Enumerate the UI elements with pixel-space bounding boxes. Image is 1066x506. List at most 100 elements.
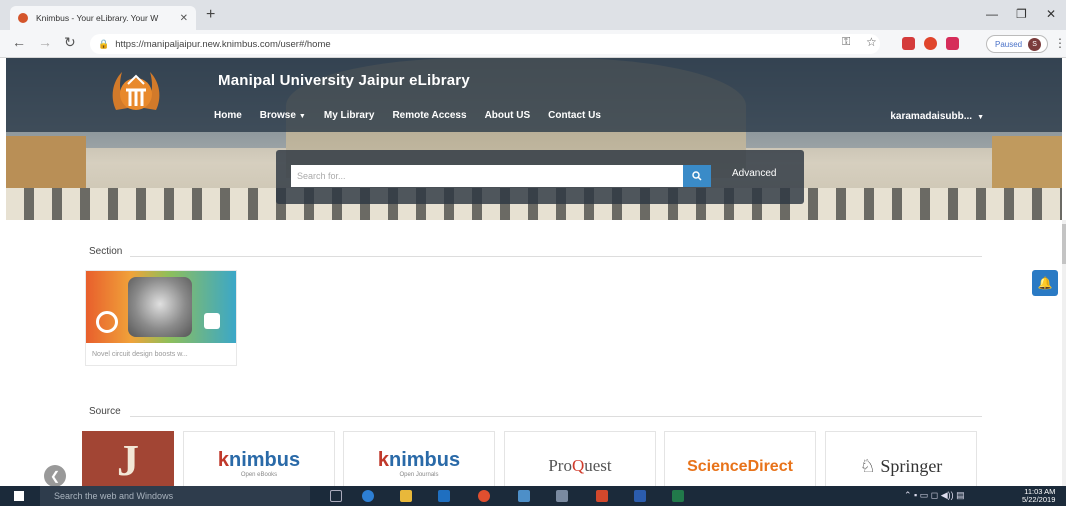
knimbus-sub: Open eBooks [240, 472, 278, 478]
proquest-q: Q [571, 456, 585, 475]
forward-icon[interactable]: → [38, 34, 52, 50]
page-scrollbar[interactable] [1062, 220, 1066, 486]
chip-icon [204, 313, 220, 329]
advanced-search-link[interactable]: Advanced [732, 168, 776, 179]
tab-title: Knimbus - Your eLibrary. Your W [36, 13, 159, 23]
notification-bell-button[interactable]: 🔔 [1032, 270, 1058, 296]
powerpoint-icon[interactable] [596, 490, 608, 502]
carousel-prev-button[interactable]: ❮ [44, 465, 66, 487]
windows-taskbar: Search the web and Windows ⌃ ▪ ▭ ◻ ◀)) ▤… [0, 486, 1066, 506]
springer-horse-icon: ♘ [859, 456, 876, 476]
taskbar-search[interactable]: Search the web and Windows [40, 486, 310, 506]
search-panel: Advanced [276, 150, 804, 204]
outlook-icon[interactable] [438, 490, 450, 502]
springer-label: Springer [880, 456, 943, 476]
proquest-pre: Pro [548, 456, 572, 475]
chevron-down-icon: ▼ [977, 114, 984, 121]
menu-browse[interactable]: Browse ▼ [260, 110, 306, 121]
more-menu-icon[interactable]: ⋮ [1054, 36, 1066, 50]
file-explorer-icon[interactable] [400, 490, 412, 502]
menu-home[interactable]: Home [214, 110, 242, 121]
close-window-icon[interactable]: ✕ [1046, 7, 1056, 21]
site-navbar: Manipal University Jaipur eLibrary Home … [6, 58, 1062, 132]
minimize-icon[interactable]: — [986, 7, 998, 21]
excel-icon[interactable] [672, 490, 684, 502]
scrollbar-thumb[interactable] [1062, 224, 1066, 264]
reload-icon[interactable]: ↻ [64, 34, 76, 51]
source-knimbus-journals[interactable]: knimbus Open Journals [343, 431, 495, 487]
chevron-left-icon: ❮ [49, 469, 61, 483]
proquest-logo: ProQuest [548, 456, 611, 476]
springer-logo: ♘ Springer [860, 456, 943, 477]
menu-about-us[interactable]: About US [485, 110, 531, 121]
university-logo[interactable] [102, 62, 170, 126]
new-tab-icon[interactable]: + [206, 6, 215, 24]
knimbus-logo-text: nimbus [389, 449, 461, 471]
section-heading: Section [89, 246, 123, 257]
edge-icon[interactable] [362, 490, 374, 502]
close-tab-icon[interactable]: ✕ [180, 13, 188, 24]
search-input[interactable] [291, 165, 683, 187]
knimbus-logo: knimbus Open Journals [378, 450, 460, 478]
profile-button[interactable]: Paused S [986, 35, 1048, 53]
site-title: Manipal University Jaipur eLibrary [218, 72, 470, 89]
knimbus-logo-text: nimbus [229, 449, 301, 471]
knimbus-logo: knimbus Open eBooks [218, 450, 300, 478]
source-proquest[interactable]: ProQuest [504, 431, 656, 487]
taskbar-clock[interactable]: 11:03 AM 5/22/2019 [1022, 488, 1055, 504]
sciencedirect-logo: ScienceDirect [687, 458, 793, 475]
hero-banner: Manipal University Jaipur eLibrary Home … [6, 58, 1062, 220]
url-text: https://manipaljaipur.new.knimbus.com/us… [115, 38, 331, 50]
knimbus-logo-k: k [217, 449, 229, 471]
key-icon[interactable]: ⚿ [842, 36, 850, 49]
source-springer[interactable]: ♘ Springer [825, 431, 977, 487]
section-card-image [86, 271, 236, 343]
menu-browse-label: Browse [259, 110, 296, 121]
app-icon[interactable] [556, 490, 568, 502]
section-card-caption: Novel circuit design boosts w... [92, 351, 188, 358]
hero-building-left [6, 136, 86, 196]
system-tray[interactable]: ⌃ ▪ ▭ ◻ ◀)) ▤ [904, 490, 965, 501]
restore-icon[interactable]: ❐ [1016, 7, 1027, 21]
profile-status: Paused [995, 39, 1023, 49]
back-icon[interactable]: ← [12, 34, 26, 50]
source-heading: Source [89, 406, 121, 417]
bookmark-star-icon[interactable]: ☆ [866, 35, 877, 49]
main-menu: Home Browse ▼ My Library Remote Access Ab… [214, 110, 601, 121]
task-view-icon[interactable] [330, 490, 342, 502]
source-knimbus-ebooks[interactable]: knimbus Open eBooks [183, 431, 335, 487]
user-menu[interactable]: karamadaisubb... ▼ [890, 111, 984, 122]
menu-my-library[interactable]: My Library [324, 110, 375, 121]
extension-icon[interactable] [924, 37, 937, 50]
source-divider [130, 416, 982, 417]
address-bar[interactable]: 🔒 https://manipaljaipur.new.knimbus.com/… [90, 34, 880, 54]
bell-icon: 🔔 [1037, 276, 1053, 290]
proquest-post: uest [584, 456, 612, 475]
source-jstor[interactable]: J [82, 431, 174, 487]
extension-icon[interactable] [946, 37, 959, 50]
browser-tab[interactable]: Knimbus - Your eLibrary. Your W ✕ [10, 6, 196, 30]
menu-contact-us[interactable]: Contact Us [548, 110, 601, 121]
search-icon [692, 171, 702, 181]
user-name: karamadaisubb... [890, 111, 973, 122]
lock-icon: 🔒 [98, 38, 110, 49]
gear-icon [96, 311, 118, 333]
knimbus-sub: Open Journals [399, 472, 439, 478]
browser-tabstrip: Knimbus - Your eLibrary. Your W ✕ + — ❐ … [0, 0, 1066, 30]
search-button[interactable] [683, 165, 711, 187]
university-logo-icon [112, 72, 160, 110]
extension-icon[interactable] [902, 37, 915, 50]
avatar: S [1028, 37, 1042, 51]
app-icon[interactable] [518, 490, 530, 502]
browser-toolbar: ← → ↻ 🔒 https://manipaljaipur.new.knimbu… [0, 30, 1066, 58]
section-card[interactable]: Novel circuit design boosts w... [85, 270, 237, 366]
motor-image [128, 277, 192, 337]
word-icon[interactable] [634, 490, 646, 502]
menu-remote-access[interactable]: Remote Access [392, 110, 466, 121]
chrome-icon[interactable] [478, 490, 490, 502]
source-sciencedirect[interactable]: ScienceDirect [664, 431, 816, 487]
chevron-down-icon: ▼ [298, 113, 306, 120]
section-divider [130, 256, 982, 257]
site-favicon-icon [18, 13, 28, 23]
windows-start-icon[interactable] [14, 491, 24, 501]
